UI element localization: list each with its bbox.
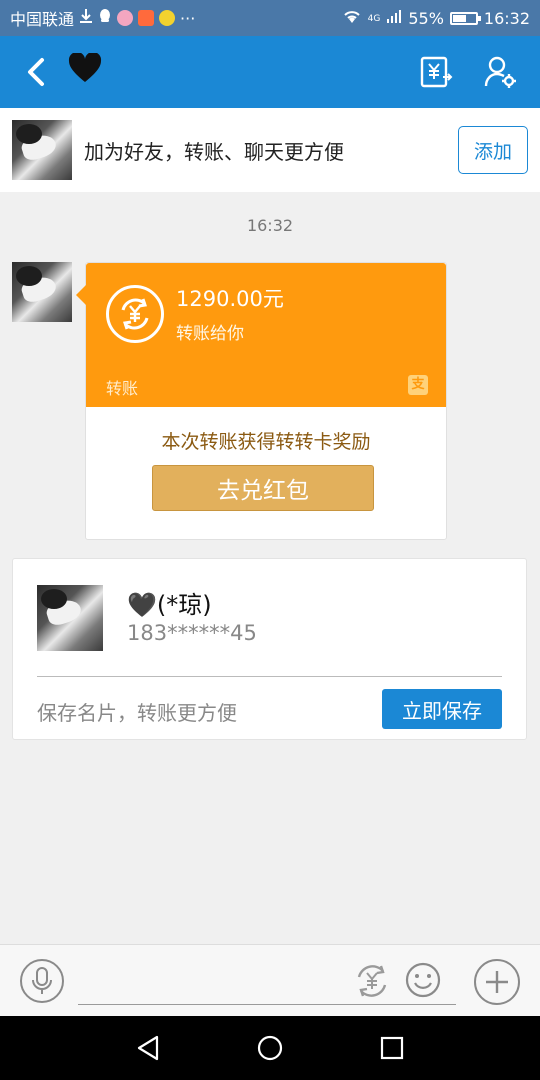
nav-recents-button[interactable]: [377, 1033, 407, 1063]
network-type: 4G: [367, 14, 381, 24]
user-settings-icon: [484, 56, 516, 88]
emoji-button[interactable]: [404, 961, 442, 999]
add-friend-banner: 加为好友，转账、聊天更方便 添加: [0, 108, 540, 192]
microphone-icon: [32, 967, 52, 994]
battery-fill: [452, 14, 467, 22]
transfer-record-button[interactable]: [418, 54, 454, 90]
battery-percent: 55%: [408, 8, 444, 28]
contact-card[interactable]: 🖤(*琼) 183******45 保存名片，转账更方便 立即保存: [12, 558, 527, 740]
app-notification-icon: [117, 10, 134, 26]
nav-back-button[interactable]: [133, 1033, 163, 1063]
clock: 16:32: [483, 8, 530, 28]
voice-button[interactable]: [20, 959, 64, 1003]
user-settings-button[interactable]: [482, 54, 518, 90]
transfer-label: 转账: [106, 379, 139, 398]
download-icon: [79, 8, 93, 28]
message-timestamp: 16:32: [246, 216, 294, 235]
more-actions-button[interactable]: [474, 959, 520, 1005]
wifi-icon: [342, 8, 362, 28]
more-notifications-icon: ···: [180, 8, 196, 28]
save-contact-button[interactable]: 立即保存: [382, 689, 502, 729]
transfer-description: 转账给你: [176, 324, 244, 344]
chat-input-bar: [0, 944, 540, 1016]
qq-icon: [98, 8, 112, 28]
transfer-card[interactable]: 1290.00元 转账给你 转账 支 本次转账获得转转卡奖励 去兑红包: [76, 262, 447, 540]
carrier-label: 中国联通: [10, 10, 75, 29]
triangle-back-icon: [137, 1035, 159, 1061]
redeem-red-packet-button[interactable]: 去兑红包: [152, 465, 374, 511]
contact-avatar: [37, 585, 103, 651]
plus-icon: [486, 971, 508, 993]
black-heart-icon: [68, 51, 102, 91]
contact-name: 🖤(*琼): [127, 591, 212, 619]
sender-avatar[interactable]: [12, 262, 72, 322]
chevron-left-icon: [28, 58, 44, 86]
nav-home-button[interactable]: [255, 1033, 285, 1063]
circle-home-icon: [257, 1035, 283, 1061]
taobao-icon: [138, 10, 155, 26]
transfer-button[interactable]: [352, 961, 392, 1001]
battery-icon: [449, 11, 481, 25]
back-button[interactable]: [0, 36, 70, 108]
alipay-logo-icon: 支: [408, 375, 428, 395]
yuan-transfer-icon: [357, 965, 387, 997]
avatar[interactable]: [12, 120, 72, 180]
add-friend-hint: 加为好友，转账、聊天更方便: [84, 139, 344, 164]
transfer-amount: 1290.00元: [176, 287, 284, 311]
message-input[interactable]: [78, 959, 456, 1005]
yy-icon: [159, 10, 176, 26]
transfer-coin-icon: [106, 285, 164, 343]
divider: [37, 676, 502, 677]
contact-phone: 183******45: [127, 621, 257, 645]
square-recents-icon: [380, 1036, 404, 1060]
yuan-transfer-icon: [420, 56, 453, 88]
system-nav-bar: [0, 1016, 540, 1080]
chat-header: [0, 36, 540, 108]
transfer-reward-text: 本次转账获得转转卡奖励: [161, 431, 371, 453]
status-bar: 中国联通 ··· 4G 55% 16:32: [0, 0, 540, 36]
signal-icon: [386, 8, 402, 28]
transfer-card-header: 1290.00元 转账给你 转账 支: [76, 263, 446, 407]
add-friend-button[interactable]: 添加: [458, 126, 528, 174]
save-card-hint: 保存名片，转账更方便: [37, 701, 237, 725]
smiley-icon: [405, 962, 441, 998]
